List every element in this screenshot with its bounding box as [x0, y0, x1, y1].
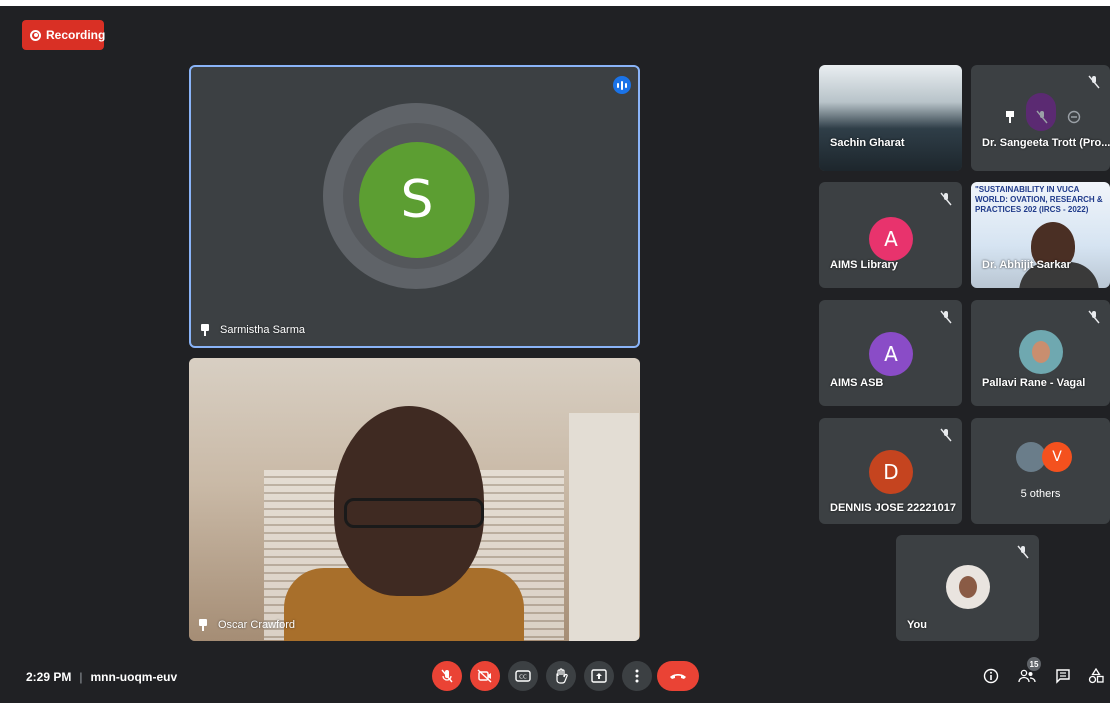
- participant-name: You: [907, 619, 927, 631]
- avatar: A: [869, 217, 913, 261]
- meeting-details-button[interactable]: [980, 665, 1002, 687]
- tile-others[interactable]: V 5 others: [971, 418, 1110, 524]
- record-icon: [30, 29, 41, 41]
- closed-captions-icon: CC: [515, 670, 531, 682]
- avatar: [1019, 330, 1063, 374]
- participant-name: Sachin Gharat: [830, 137, 905, 149]
- tile-pallavi-rane[interactable]: Pallavi Rane - Vagal: [971, 300, 1110, 406]
- avatar: S: [359, 142, 475, 258]
- present-button[interactable]: [584, 661, 614, 691]
- captions-button[interactable]: CC: [508, 661, 538, 691]
- participant-name: Oscar Crawford: [199, 619, 295, 631]
- participant-count-badge: 15: [1027, 657, 1041, 671]
- participant-name: Sarmistha Sarma: [201, 324, 305, 336]
- tile-aims-library[interactable]: A AIMS Library: [819, 182, 962, 288]
- mic-toggle-button[interactable]: [432, 661, 462, 691]
- speaking-indicator-icon: [613, 76, 631, 94]
- participants-button[interactable]: 15: [1016, 657, 1041, 687]
- recording-label: Recording: [46, 28, 106, 42]
- svg-text:CC: CC: [519, 675, 527, 681]
- tile-abhijit-sarkar[interactable]: "SUSTAINABILITY IN VUCA WORLD: OVATION, …: [971, 182, 1110, 288]
- mic-off-icon: [940, 192, 952, 206]
- leave-call-button[interactable]: [657, 661, 699, 691]
- tile-you[interactable]: You: [896, 535, 1039, 641]
- tile-aims-asb[interactable]: A AIMS ASB: [819, 300, 962, 406]
- meeting-info: 2:29 PM | mnn-uoqm-euv: [26, 670, 177, 684]
- tile-sangeeta-trott[interactable]: Dr. Sangeeta Trott (Pro...: [971, 65, 1110, 171]
- mic-off-icon[interactable]: [1036, 110, 1048, 124]
- pin-icon[interactable]: [1004, 110, 1016, 124]
- pin-icon: [201, 324, 209, 336]
- camera-toggle-button[interactable]: [470, 661, 500, 691]
- hand-icon: [556, 668, 568, 684]
- participant-name: Dr. Abhijit Sarkar: [982, 259, 1071, 271]
- mic-off-icon: [1017, 545, 1029, 559]
- end-call-icon: [670, 674, 686, 679]
- mic-off-icon: [940, 310, 952, 324]
- pin-icon: [199, 619, 207, 631]
- participant-name: Dr. Sangeeta Trott (Pro...: [982, 137, 1110, 149]
- avatar: V: [1042, 442, 1072, 472]
- participant-name: AIMS ASB: [830, 377, 884, 389]
- mic-off-icon: [1088, 310, 1100, 324]
- participant-name: Pallavi Rane - Vagal: [982, 377, 1086, 389]
- banner-text: "SUSTAINABILITY IN VUCA WORLD: OVATION, …: [975, 185, 1103, 214]
- chat-button[interactable]: [1052, 665, 1074, 687]
- avatar: A: [869, 332, 913, 376]
- participant-name: AIMS Library: [830, 259, 898, 271]
- main-tile-sarmistha[interactable]: S Sarmistha Sarma: [189, 65, 640, 348]
- raise-hand-button[interactable]: [546, 661, 576, 691]
- others-count-label: 5 others: [1020, 488, 1061, 500]
- separator: |: [79, 670, 83, 684]
- tile-dennis-jose[interactable]: D DENNIS JOSE 22221017: [819, 418, 962, 524]
- remove-circle-icon[interactable]: [1067, 110, 1081, 124]
- avatar: [946, 565, 990, 609]
- mic-off-icon: [940, 428, 952, 442]
- tile-sachin-gharat[interactable]: Sachin Gharat: [819, 65, 962, 171]
- more-vert-icon: [635, 669, 639, 683]
- meeting-code: mnn-uoqm-euv: [90, 670, 178, 684]
- video-feed: "SUSTAINABILITY IN VUCA WORLD: OVATION, …: [971, 182, 1110, 288]
- bottom-toolbar: 2:29 PM | mnn-uoqm-euv CC 15: [0, 645, 1110, 703]
- camera-off-icon: [477, 669, 492, 683]
- more-options-button[interactable]: [622, 661, 652, 691]
- video-feed: [819, 65, 962, 171]
- recording-indicator: Recording: [22, 20, 106, 50]
- mic-off-icon: [1088, 75, 1100, 89]
- activities-icon: [1088, 668, 1104, 684]
- info-icon: [983, 668, 999, 684]
- chat-icon: [1056, 669, 1070, 684]
- present-screen-icon: [591, 669, 607, 683]
- clock-time: 2:29 PM: [26, 670, 72, 684]
- participant-name: DENNIS JOSE 22221017: [830, 502, 956, 514]
- main-tile-oscar[interactable]: Oscar Crawford: [189, 358, 640, 641]
- avatar: D: [869, 450, 913, 494]
- mic-off-icon: [441, 669, 453, 683]
- top-strip: [0, 0, 1110, 6]
- video-feed: [189, 358, 640, 641]
- activities-button[interactable]: [1085, 665, 1107, 687]
